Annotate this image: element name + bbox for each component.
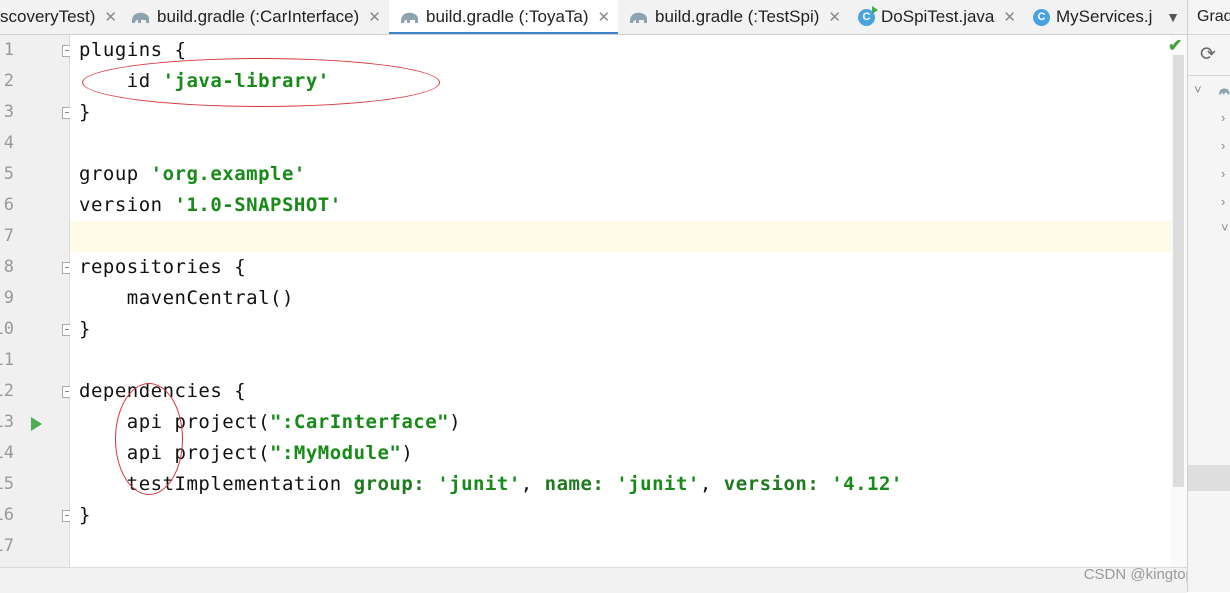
chevron-right-icon[interactable]: › [1221,166,1225,181]
chevron-down-icon[interactable]: ˅ [1221,220,1229,235]
line-number: 1 [3,40,14,60]
line-number: 12 [0,381,14,401]
close-icon[interactable]: ✕ [828,8,841,26]
line-number: 10 [0,319,14,339]
checkmark-icon: ✔ [1168,36,1183,55]
line-number: 17 [0,536,14,556]
tab-label: build.gradle (:ToyaTa) [426,7,589,26]
line-number: 5 [3,164,14,184]
tab-label: MyServices.j [1056,7,1153,26]
code-line: repositories { [79,256,247,278]
java-class-run-icon: C [858,5,878,26]
code-line: testImplementation group: 'junit', name:… [79,473,903,495]
tab-build-gradle-carinterface[interactable]: build.gradle (:CarInterface) ✕ [130,0,384,34]
scrollbar-thumb[interactable] [1173,55,1184,487]
editor-scrollbar[interactable] [1171,35,1187,567]
line-number: 11 [0,350,14,370]
refresh-icon[interactable]: ⟳ [1200,43,1216,66]
chevron-right-icon[interactable]: › [1221,194,1225,209]
tab-discovery-test[interactable]: scoveryTest) ✕ [0,0,118,34]
chevron-down-icon[interactable]: ˅ [1194,82,1202,97]
code-line: version '1.0-SNAPSHOT' [79,194,342,216]
line-number-gutter: 1 2 3 4 5 6 7 8 9 10 11 12 13 14 15 16 1… [0,35,72,567]
line-number: 6 [3,195,14,215]
line-number: 4 [3,133,14,153]
tab-label: build.gradle (:CarInterface) [157,7,360,26]
run-gutter-icon[interactable] [31,417,42,431]
tab-myservices-java[interactable]: C MyServices.j [1033,0,1158,34]
gradle-elephant-icon [1219,88,1230,95]
annotation-ellipse [82,58,440,107]
tab-dospitest-java[interactable]: C DoSpiTest.java ✕ [858,0,1023,34]
code-editor[interactable]: plugins { id 'java-library' } group 'org… [70,35,1186,567]
line-number: 15 [0,474,14,494]
code-line: } [79,504,91,526]
current-line-highlight [70,221,1186,252]
java-class-icon: C [1033,8,1050,26]
editor-tab-bar: scoveryTest) ✕ build.gradle (:CarInterfa… [0,0,1187,35]
line-number: 9 [3,288,14,308]
tab-label: build.gradle (:TestSpi) [655,7,820,26]
line-number: 13 [0,412,14,432]
close-icon[interactable]: ✕ [1003,8,1016,26]
tab-label: DoSpiTest.java [881,7,995,26]
code-line: plugins { [79,39,187,61]
chevron-down-icon[interactable]: ▼ [1160,0,1186,34]
gradle-elephant-icon [630,12,647,23]
chevron-right-icon[interactable]: › [1221,110,1225,125]
line-number: 3 [3,102,14,122]
line-number: 7 [3,226,14,246]
editor-bottom-bar [0,567,1187,593]
close-icon[interactable]: ✕ [368,8,381,26]
code-line: mavenCentral() [79,287,294,309]
code-line: } [79,101,91,123]
code-line: } [79,318,91,340]
line-number: 8 [3,257,14,277]
line-number: 16 [0,505,14,525]
tool-window-scrollbar[interactable] [1188,465,1230,491]
code-line: group 'org.example' [79,163,306,185]
tab-label: scoveryTest) [0,7,96,26]
tool-window-title: Grad [1197,8,1230,25]
gradle-elephant-icon [132,12,149,23]
gradle-tool-window: Grad ⟳ ˅ › › › › ˅ [1187,0,1230,592]
chevron-right-icon[interactable]: › [1221,138,1225,153]
close-icon[interactable]: ✕ [598,8,611,26]
tab-build-gradle-testspi[interactable]: build.gradle (:TestSpi) ✕ [628,0,843,34]
line-number: 2 [3,71,14,91]
tab-build-gradle-toyata[interactable]: build.gradle (:ToyaTa) ✕ [389,0,618,34]
close-icon[interactable]: ✕ [104,8,117,26]
annotation-ellipse [115,383,183,495]
line-number: 14 [0,443,14,463]
gradle-elephant-icon [401,12,418,23]
